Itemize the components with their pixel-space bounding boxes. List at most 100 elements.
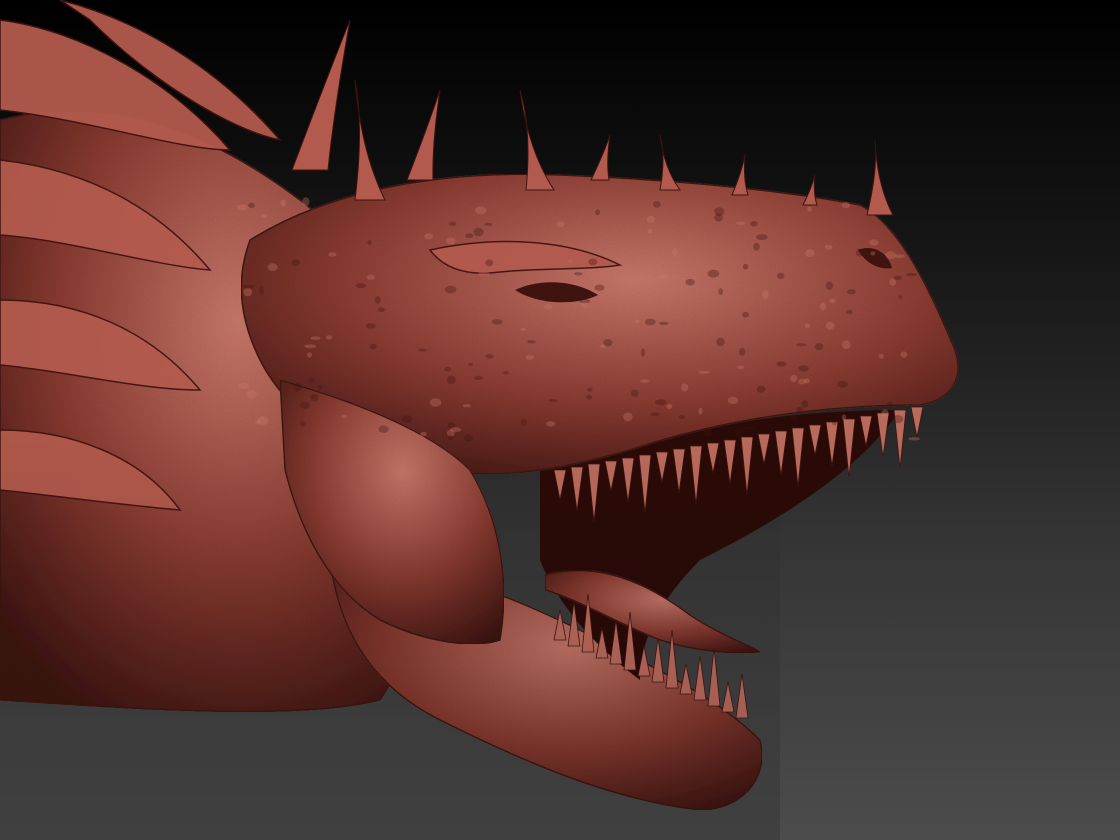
scale-bump (685, 278, 695, 286)
scale-bump (737, 365, 744, 370)
scale-bump (790, 374, 797, 383)
scale-bump (477, 271, 490, 276)
scale-bump (698, 370, 710, 374)
scale-bump (640, 379, 650, 383)
scale-bump (291, 259, 300, 266)
scale-bump (446, 375, 456, 385)
scale-bump (885, 251, 897, 260)
scale-bump (716, 337, 725, 347)
scale-bump (846, 309, 853, 315)
scale-bump (468, 362, 474, 367)
scale-bump (473, 227, 484, 237)
scale-bump (753, 242, 760, 251)
scale-bump (280, 199, 287, 207)
sculpt-viewport[interactable] (0, 0, 1120, 840)
scale-bump (366, 274, 375, 280)
scale-bump (259, 285, 264, 295)
scale-bump (825, 321, 835, 330)
scale-bump (825, 281, 834, 291)
scale-bump (243, 287, 253, 297)
scale-bump (908, 437, 920, 441)
scale-bump (328, 252, 337, 257)
scale-bump (735, 221, 746, 225)
scale-bump (762, 290, 769, 300)
scale-bump (586, 394, 592, 400)
scale-bump (630, 389, 639, 397)
scale-bump (242, 284, 254, 289)
scale-bump (317, 384, 323, 390)
scale-bump (446, 237, 456, 245)
scale-bump (267, 263, 278, 271)
scale-bump (804, 323, 811, 329)
scale-bump (906, 272, 917, 277)
scale-bump (595, 209, 600, 216)
ambient-shade (0, 420, 780, 840)
horn-spike (731, 154, 749, 196)
scale-bump (837, 380, 848, 388)
scale-bump (307, 352, 312, 358)
scale-bump (807, 206, 812, 212)
scale-bump (310, 394, 319, 402)
scale-bump (672, 248, 678, 257)
scale-bump (776, 361, 787, 367)
scale-bump (568, 259, 573, 263)
scale-bump (742, 311, 750, 318)
scale-bump (886, 402, 894, 410)
scale-bump (869, 239, 879, 246)
scale-bump (878, 353, 884, 359)
scale-bump (302, 197, 310, 206)
scale-bump (484, 222, 493, 226)
scale-bump (238, 382, 250, 389)
scale-bump (900, 351, 908, 358)
horn-spike (866, 139, 894, 216)
scale-bump (646, 215, 656, 223)
scale-bump (310, 336, 321, 340)
scale-bump (714, 213, 723, 222)
scale-bump (588, 258, 598, 266)
scale-bump (474, 375, 483, 380)
scale-bump (796, 343, 807, 347)
scale-bump (892, 415, 904, 424)
scale-bump (846, 289, 856, 295)
dragon-sculpt-render (0, 0, 959, 840)
scale-bump (485, 354, 494, 359)
scale-bump (650, 412, 660, 417)
scale-bump (574, 272, 583, 276)
scale-bump (659, 321, 669, 326)
scale-bump (325, 335, 333, 340)
scale-bump (750, 221, 758, 227)
scale-bump (556, 221, 565, 228)
scale-bump (465, 233, 474, 239)
scale-bump (659, 274, 668, 279)
scale-bump (491, 319, 503, 325)
scale-bump (462, 404, 471, 408)
scale-bump (299, 402, 310, 409)
scale-bump (341, 414, 347, 419)
scale-bump (698, 407, 703, 415)
scale-bump (525, 355, 535, 360)
scale-bump (803, 378, 811, 384)
scale-bump (634, 319, 640, 324)
scale-bump (429, 398, 442, 407)
scale-bump (502, 371, 509, 375)
scale-bump (819, 302, 826, 311)
scale-bump (790, 414, 799, 421)
scale-bump (448, 221, 457, 226)
scale-bump (798, 365, 809, 372)
scale-bump (308, 378, 315, 383)
scale-bump (600, 344, 606, 348)
horn-spike (590, 134, 611, 181)
scale-bump (485, 259, 494, 267)
scale-bump (881, 409, 889, 417)
scale-bump (365, 323, 376, 329)
scale-bump (678, 415, 686, 419)
scale-bump (727, 396, 739, 405)
scale-bump (623, 412, 633, 422)
scale-bump (756, 385, 766, 393)
scale-bump (246, 390, 257, 399)
scale-bump (814, 343, 824, 351)
scale-bump (587, 387, 593, 392)
scale-bump (805, 249, 815, 258)
scale-bump (829, 298, 836, 304)
scale-bump (527, 340, 536, 344)
